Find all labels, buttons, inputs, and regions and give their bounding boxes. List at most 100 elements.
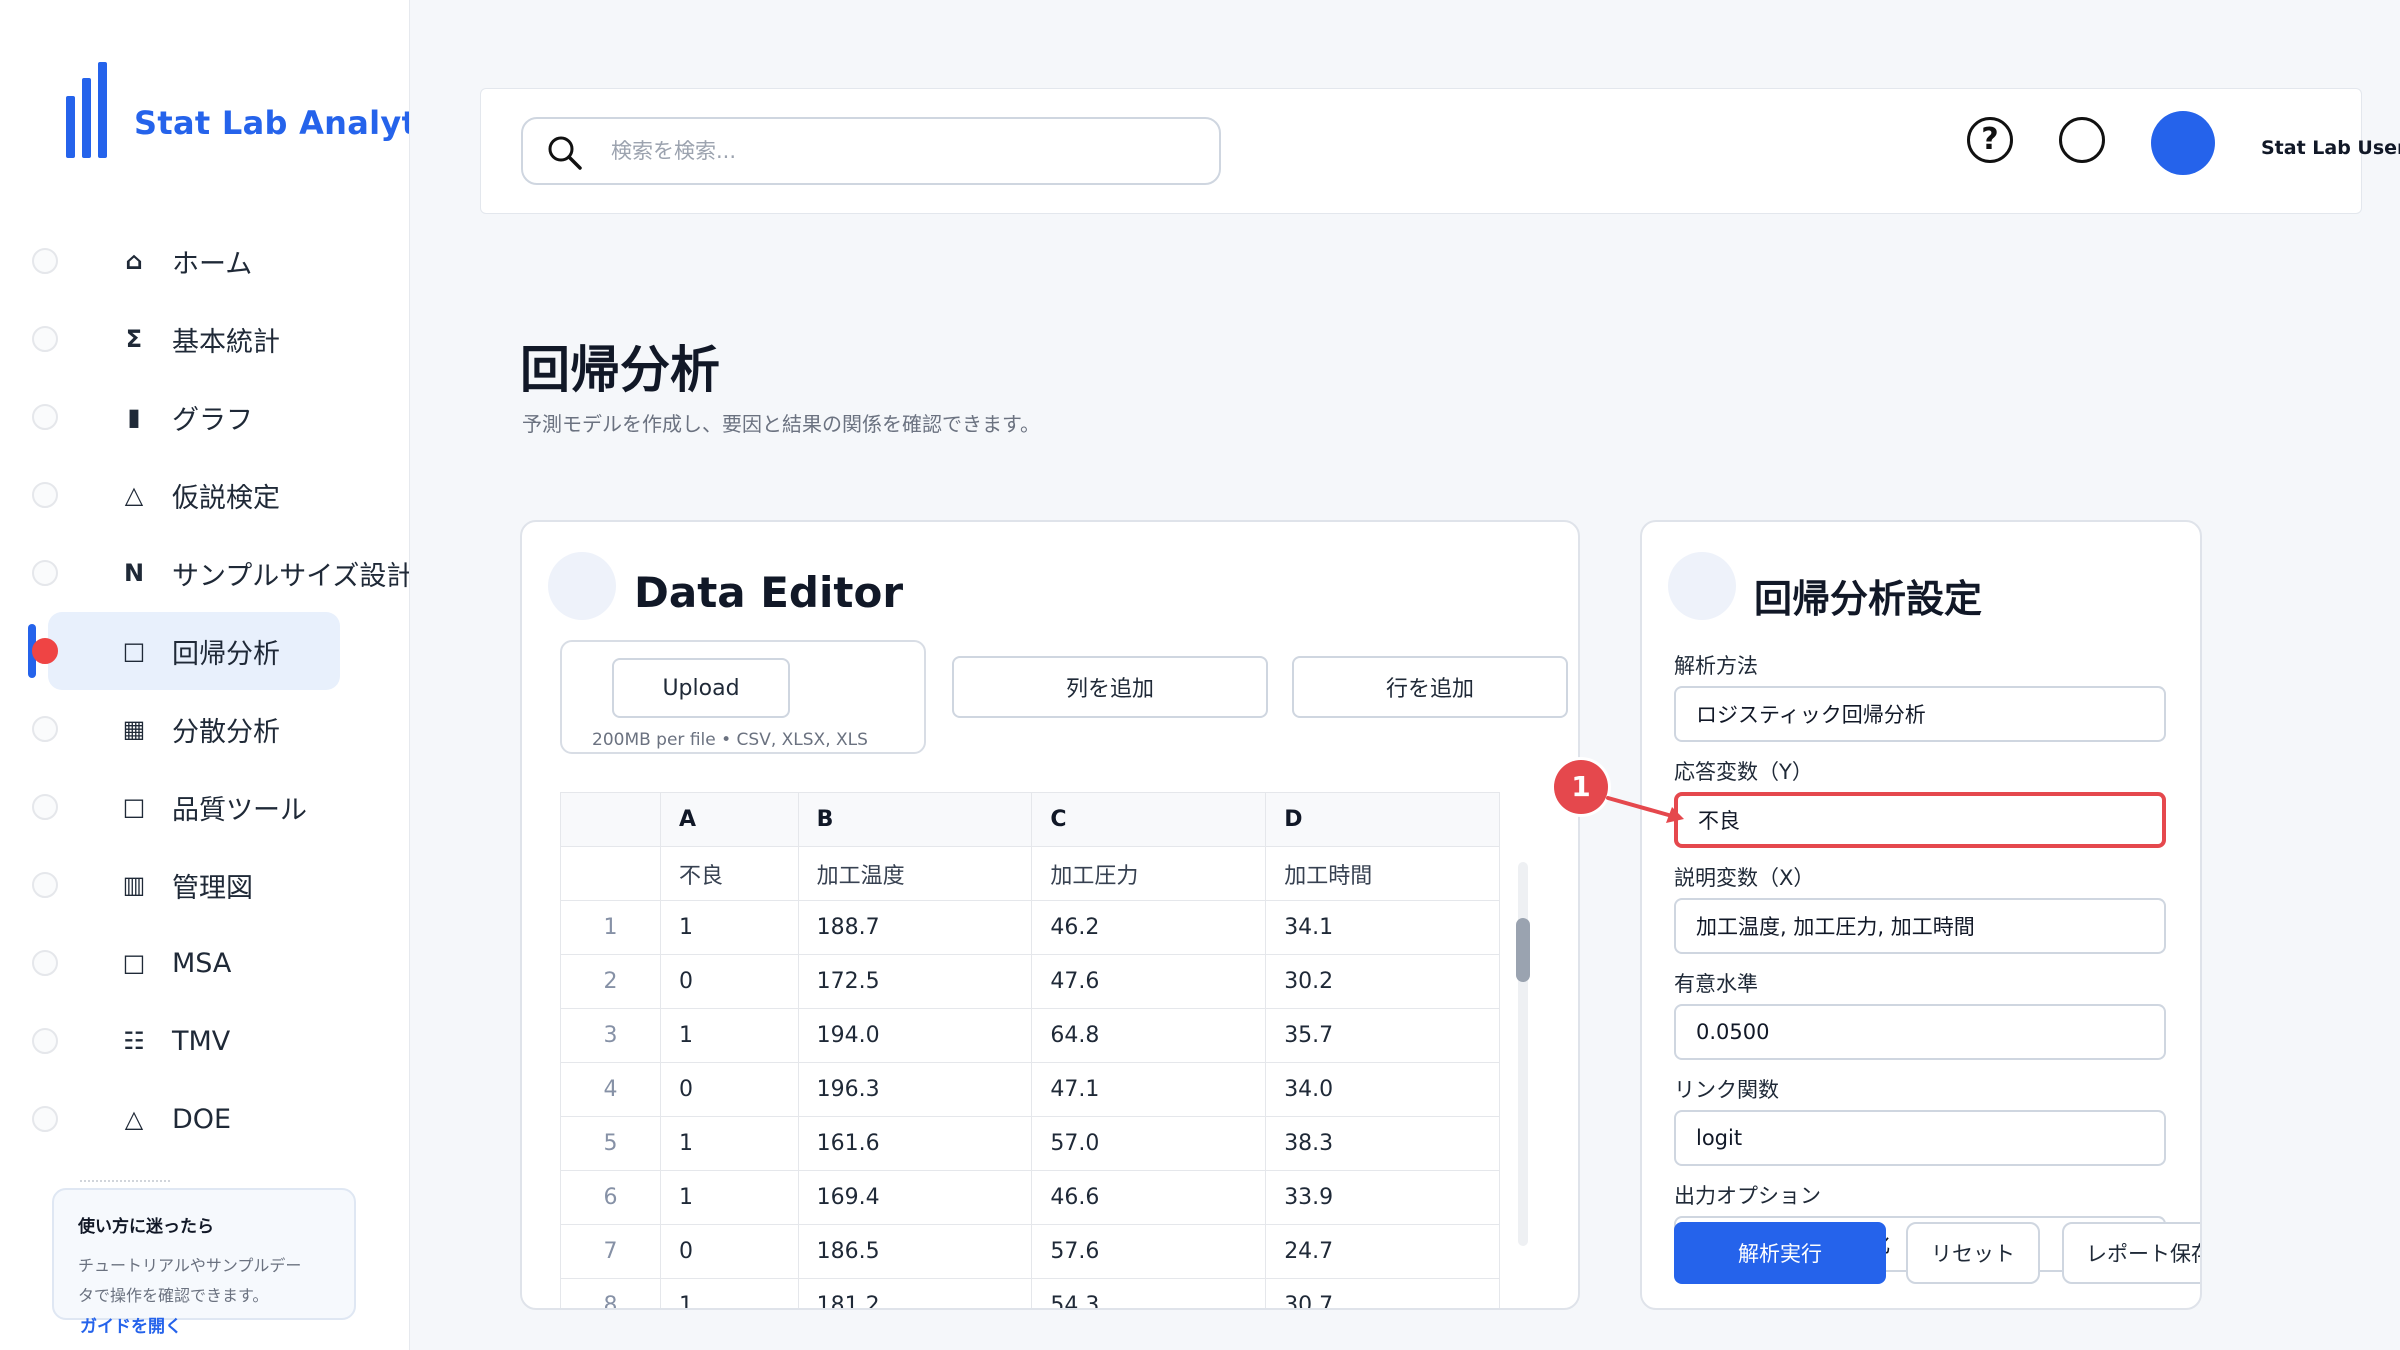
help-card: 使い方に迷ったら チュートリアルやサンプルデータで操作を確認できます。 ガイドを…: [52, 1188, 356, 1337]
table-cell[interactable]: 0: [660, 1062, 799, 1117]
search-box[interactable]: [521, 117, 1221, 185]
table-cell[interactable]: 172.5: [798, 954, 1033, 1009]
run-analysis-button[interactable]: 解析実行: [1674, 1222, 1886, 1284]
save-report-button[interactable]: レポート保存: [2062, 1222, 2200, 1284]
sidebar-item-label: 仮説検定: [172, 482, 280, 514]
method-label: 解析方法: [1674, 654, 1758, 678]
variable-name-cell[interactable]: 加工温度: [798, 846, 1033, 901]
table-cell[interactable]: 1: [660, 900, 799, 955]
row-index: 3: [560, 1008, 661, 1063]
sidebar-item-label: 品質ツール: [172, 794, 307, 826]
sidebar-item-label: 分散分析: [172, 716, 280, 748]
table-cell[interactable]: 1: [660, 1170, 799, 1225]
column-header[interactable]: C: [1031, 792, 1267, 847]
upload-button[interactable]: Upload: [612, 658, 790, 718]
help-card-title: 使い方に迷ったら: [78, 1217, 214, 1237]
upload-dropzone[interactable]: Upload 200MB per file • CSV, XLSX, XLS: [560, 640, 926, 754]
sidebar-item-6[interactable]: □ 回帰分析: [32, 612, 340, 690]
response-select[interactable]: 不良: [1674, 792, 2166, 848]
table-cell[interactable]: 47.1: [1031, 1062, 1267, 1117]
reset-button[interactable]: リセット: [1906, 1222, 2040, 1284]
table-cell[interactable]: 194.0: [798, 1008, 1033, 1063]
alpha-input[interactable]: 0.0500: [1674, 1004, 2166, 1060]
table-cell[interactable]: 34.1: [1265, 900, 1500, 955]
avatar[interactable]: [2151, 111, 2215, 175]
table-cell[interactable]: 47.6: [1031, 954, 1267, 1009]
sidebar-item-2[interactable]: Σ 基本統計: [32, 300, 340, 378]
table-cell[interactable]: 57.0: [1031, 1116, 1267, 1171]
table-cell[interactable]: 57.6: [1031, 1224, 1267, 1279]
table-cell[interactable]: 0: [660, 1224, 799, 1279]
table-cell[interactable]: 181.2: [798, 1278, 1033, 1308]
row-index: 4: [560, 1062, 661, 1117]
status-dot: [32, 326, 58, 352]
link-function-select[interactable]: logit: [1674, 1110, 2166, 1166]
table-cell[interactable]: 30.7: [1265, 1278, 1500, 1308]
sidebar-item-label: TMV: [172, 1025, 231, 1057]
sidebar-item-1[interactable]: ⌂ ホーム: [32, 222, 340, 300]
table-cell[interactable]: 24.7: [1265, 1224, 1500, 1279]
variable-name-cell[interactable]: [560, 846, 661, 901]
sidebar-item-label: サンプルサイズ設計: [172, 560, 410, 592]
table-cell[interactable]: 54.3: [1031, 1278, 1267, 1308]
table-cell[interactable]: 196.3: [798, 1062, 1033, 1117]
search-input[interactable]: [611, 133, 1191, 169]
explanatory-label: 説明変数（X）: [1674, 866, 1815, 890]
table-cell[interactable]: 1: [660, 1278, 799, 1308]
status-dot: [32, 560, 58, 586]
explanatory-multiselect[interactable]: 加工温度, 加工圧力, 加工時間: [1674, 898, 2166, 954]
table-row: 7 0 186.5 57.6 24.7: [560, 1224, 1500, 1279]
table-cell[interactable]: 0: [660, 954, 799, 1009]
column-header[interactable]: A: [660, 792, 799, 847]
method-select[interactable]: ロジスティック回帰分析: [1674, 686, 2166, 742]
status-dot: [32, 482, 58, 508]
sidebar-item-12[interactable]: △ DOE: [32, 1080, 340, 1158]
help-icon[interactable]: ?: [1967, 117, 2013, 163]
table-cell[interactable]: 64.8: [1031, 1008, 1267, 1063]
column-header[interactable]: B: [798, 792, 1033, 847]
sidebar-item-10[interactable]: □ MSA: [32, 924, 340, 1002]
sidebar-item-3[interactable]: ▮ グラフ: [32, 378, 340, 456]
table-cell[interactable]: 34.0: [1265, 1062, 1500, 1117]
table-cell[interactable]: 30.2: [1265, 954, 1500, 1009]
table-header-row: ABCD: [560, 792, 1500, 847]
sidebar-item-7[interactable]: ▦ 分散分析: [32, 690, 340, 768]
table-cell[interactable]: 169.4: [798, 1170, 1033, 1225]
row-index: 2: [560, 954, 661, 1009]
sidebar-item-8[interactable]: □ 品質ツール: [32, 768, 340, 846]
table-cell[interactable]: 46.2: [1031, 900, 1267, 955]
table-cell[interactable]: 46.6: [1031, 1170, 1267, 1225]
table-cell[interactable]: 1: [660, 1116, 799, 1171]
notification-icon[interactable]: [2059, 117, 2105, 163]
table-cell[interactable]: 33.9: [1265, 1170, 1500, 1225]
column-header[interactable]: [560, 792, 661, 847]
brand-logo[interactable]: Stat Lab Analytics: [66, 62, 409, 158]
variable-name-cell[interactable]: 不良: [660, 846, 799, 901]
table-cell[interactable]: 161.6: [798, 1116, 1033, 1171]
triangle-icon: △: [124, 1105, 144, 1133]
variable-name-cell[interactable]: 加工圧力: [1031, 846, 1267, 901]
table-cell[interactable]: 188.7: [798, 900, 1033, 955]
table-cell[interactable]: 35.7: [1265, 1008, 1500, 1063]
sidebar-item-label: 管理図: [172, 872, 253, 904]
table-cell[interactable]: 186.5: [798, 1224, 1033, 1279]
square-icon: □: [122, 793, 146, 821]
add-column-button[interactable]: 列を追加: [952, 656, 1268, 718]
table-cell[interactable]: 1: [660, 1008, 799, 1063]
data-editor-card: Data Editor Upload 200MB per file • CSV,…: [520, 520, 1580, 1310]
add-row-button[interactable]: 行を追加: [1292, 656, 1568, 718]
table-row: 8 1 181.2 54.3 30.7: [560, 1278, 1500, 1308]
table-cell[interactable]: 38.3: [1265, 1116, 1500, 1171]
sidebar-item-5[interactable]: N サンプルサイズ設計: [32, 534, 409, 612]
table-scrollbar-thumb[interactable]: [1516, 918, 1530, 982]
user-name[interactable]: Stat Lab User: [2261, 137, 2400, 159]
variable-name-cell[interactable]: 加工時間: [1265, 846, 1500, 901]
data-table-container: ABCD 不良 加工温度 加工圧力 加工時間 1 1 188.7 46.2 34.1 2 0 172.…: [560, 792, 1500, 1308]
column-header[interactable]: D: [1265, 792, 1500, 847]
guide-link[interactable]: ガイドを開く: [80, 1312, 182, 1337]
list-icon: ☷: [123, 1027, 145, 1055]
sidebar-item-11[interactable]: ☷ TMV: [32, 1002, 340, 1080]
sidebar-item-4[interactable]: △ 仮説検定: [32, 456, 340, 534]
sidebar-item-9[interactable]: ▥ 管理図: [32, 846, 340, 924]
grid-icon: ▦: [122, 715, 146, 743]
